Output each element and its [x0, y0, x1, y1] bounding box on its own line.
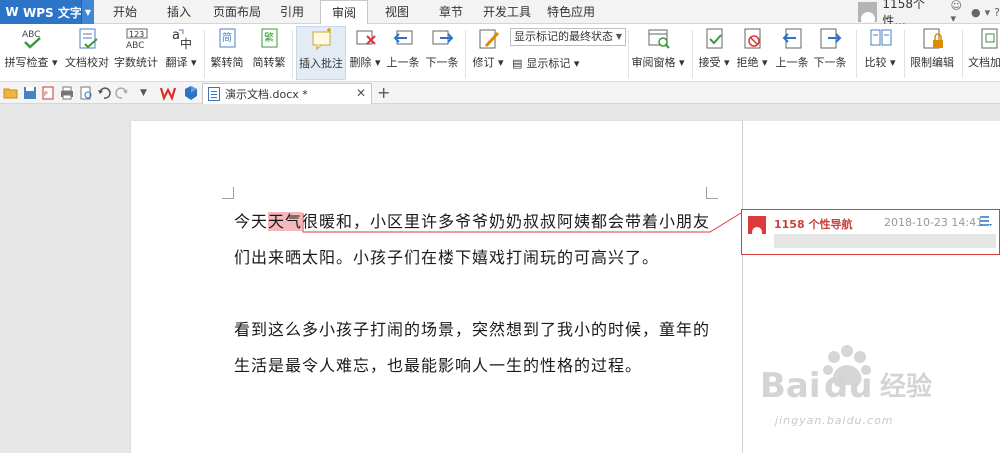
comment-text-input[interactable] [774, 234, 996, 248]
watermark-url: jingyan.baidu.com [775, 414, 894, 427]
comment-balloon[interactable]: 1158 个性导航 2018-10-23 14:41 [741, 209, 1000, 255]
comment-author: 1158 个性导航 [774, 218, 853, 231]
comment-menu-icon[interactable] [979, 214, 993, 228]
comment-timestamp: 2018-10-23 14:41 [884, 216, 984, 229]
comment-author-avatar [748, 216, 766, 234]
svg-text:du: du [824, 366, 873, 406]
svg-text:Bai: Bai [760, 366, 821, 406]
svg-text:经验: 经验 [880, 371, 932, 402]
